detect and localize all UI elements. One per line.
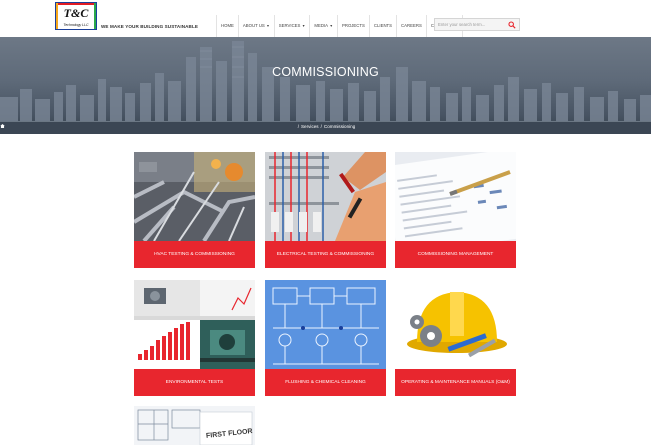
service-card-hvac[interactable]: HVAC TESTING & COMMISSIONING — [134, 152, 255, 268]
breadcrumb: / Services / Commissioning — [0, 124, 651, 129]
nav-media[interactable]: MEDIA ▼ — [309, 15, 337, 37]
tagline: WE MAKE YOUR BUILDING SUSTAINABLE — [101, 24, 199, 29]
nav-about-us[interactable]: ABOUT US ▼ — [237, 15, 274, 37]
service-card-floor-plan[interactable]: FIRST FLOOR — [134, 406, 255, 445]
breadcrumb-services[interactable]: Services — [301, 124, 319, 129]
site-header: T&C Technology LLC WE MAKE YOUR BUILDING… — [0, 0, 651, 37]
card-label: HVAC TESTING & COMMISSIONING — [134, 241, 255, 268]
logo-mark: T&C — [63, 6, 89, 20]
nav-clients[interactable]: CLIENTS — [368, 15, 396, 37]
nav-home[interactable]: HOME — [216, 15, 238, 37]
service-card-management[interactable]: COMMISSIONING MANAGEMENT — [395, 152, 516, 268]
hvac-pipes-image — [134, 152, 255, 241]
search-box — [434, 18, 520, 31]
chevron-down-icon: ▼ — [329, 24, 333, 28]
piping-diagram-image — [265, 280, 386, 369]
service-card-environmental[interactable]: ENVIRONMENTAL TESTS — [134, 280, 255, 396]
chevron-down-icon: ▼ — [301, 24, 306, 28]
page-title: COMMISSIONING — [272, 65, 379, 79]
nav-projects[interactable]: PROJECTS — [336, 15, 369, 37]
search-input[interactable] — [438, 19, 504, 30]
card-label: ELECTRICAL TESTING & COMMISSIONING — [265, 241, 386, 268]
nav-services[interactable]: SERVICES ▼ — [273, 15, 310, 37]
logo-subtitle: Technology LLC — [63, 23, 89, 27]
service-card-electrical[interactable]: ELECTRICAL TESTING & COMMISSIONING — [265, 152, 386, 268]
card-label: COMMISSIONING MANAGEMENT — [395, 241, 516, 268]
electrical-panel-image — [265, 152, 386, 241]
main-nav: HOME ABOUT US ▼ SERVICES ▼ MEDIA ▼ PROJECTS… — [216, 15, 464, 37]
card-label: FLUSHING & CHEMICAL CLEANING — [265, 369, 386, 396]
environmental-test-image — [134, 280, 255, 369]
page-banner: COMMISSIONING / Services / Commissioning — [0, 37, 651, 134]
documents-pen-image — [395, 152, 516, 241]
home-icon[interactable] — [0, 124, 5, 128]
service-card-om-manuals[interactable]: OPERATING & MAINTENANCE MANUALS (O&M) — [395, 280, 516, 396]
city-skyline-image — [0, 41, 651, 134]
card-label: ENVIRONMENTAL TESTS — [134, 369, 255, 396]
company-logo[interactable]: T&C Technology LLC — [55, 2, 97, 30]
breadcrumb-current: Commissioning — [323, 124, 356, 129]
card-label: OPERATING & MAINTENANCE MANUALS (O&M) — [395, 369, 516, 396]
nav-careers[interactable]: CAREERS — [396, 15, 426, 37]
hardhat-gears-image — [395, 280, 516, 369]
search-icon[interactable] — [508, 21, 516, 29]
floor-plan-image: FIRST FLOOR — [134, 406, 255, 445]
chevron-down-icon: ▼ — [266, 24, 270, 28]
service-card-flushing[interactable]: FLUSHING & CHEMICAL CLEANING — [265, 280, 386, 396]
